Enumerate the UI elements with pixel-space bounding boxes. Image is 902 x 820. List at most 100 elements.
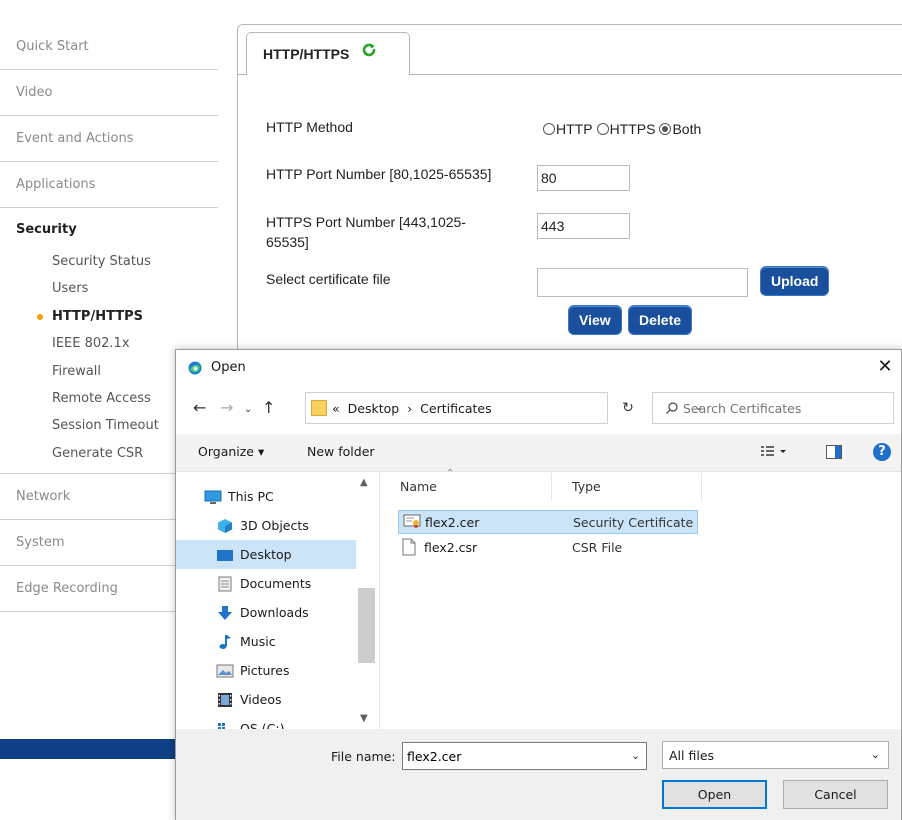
file-name: flex2.cer	[425, 514, 480, 530]
forward-arrow-icon[interactable]: →	[220, 398, 233, 418]
dialog-toolbar: Organize ▾ New folder ?	[176, 434, 901, 472]
tree-item-documents[interactable]: Documents	[216, 569, 368, 598]
file-type-select[interactable]: All files ⌄	[662, 741, 889, 769]
search-input[interactable]	[683, 397, 883, 419]
organize-menu-button[interactable]: Organize ▾	[198, 444, 264, 459]
file-row[interactable]: flex2.cer Security Certificate	[398, 510, 698, 534]
nav-video[interactable]: Video	[0, 70, 218, 116]
http-port-input[interactable]	[537, 165, 630, 191]
radio-http-circle[interactable]	[543, 123, 555, 135]
refresh-folder-icon[interactable]: ↻	[614, 392, 642, 424]
http-method-radio-group: HTTP HTTPS Both	[543, 121, 705, 137]
nav-event-and-actions[interactable]: Event and Actions	[0, 116, 218, 162]
tree-item-this-pc[interactable]: This PC	[204, 482, 356, 511]
close-icon[interactable]: ✕	[873, 354, 897, 380]
http-method-label: HTTP Method	[266, 119, 353, 135]
nav-applications[interactable]: Applications	[0, 162, 218, 208]
tree-label-this-pc: This PC	[228, 489, 274, 504]
3d-objects-icon	[216, 518, 234, 534]
breadcrumb-desktop[interactable]: Desktop	[348, 401, 400, 416]
downloads-icon	[216, 605, 234, 621]
address-bar[interactable]: « Desktop › Certificates ⌄	[305, 392, 703, 424]
browser-app-icon	[188, 361, 202, 375]
breadcrumb-separator: ›	[407, 401, 413, 416]
https-port-label-line1: HTTPS Port Number [443,1025-	[266, 214, 466, 230]
navigation-pane: This PC 3D Objects Desktop Documents Dow…	[176, 473, 379, 729]
help-icon[interactable]: ?	[873, 443, 891, 461]
documents-icon	[216, 576, 234, 592]
file-name-dropdown-chevron-icon[interactable]: ⌄	[631, 749, 640, 762]
tab-baseline-left	[238, 74, 246, 75]
breadcrumb-certificates[interactable]: Certificates	[420, 401, 491, 416]
search-box[interactable]	[652, 392, 894, 424]
tree-label-music: Music	[240, 634, 276, 649]
blank-file-icon	[402, 538, 418, 556]
delete-button[interactable]: Delete	[628, 305, 693, 335]
cert-file-input[interactable]	[537, 268, 748, 297]
tab-label: HTTP/HTTPS	[263, 46, 350, 62]
back-arrow-icon[interactable]: ←	[193, 398, 206, 418]
file-row[interactable]: flex2.csr CSR File	[398, 535, 698, 559]
tree-item-os-c[interactable]: OS (C:)	[216, 714, 368, 729]
radio-both-label: Both	[672, 121, 702, 137]
folder-icon	[311, 400, 327, 416]
current-item-dot-icon	[37, 313, 43, 320]
up-arrow-icon[interactable]: ↑	[262, 398, 275, 418]
tree-item-3d-objects[interactable]: 3D Objects	[216, 511, 368, 540]
tree-item-desktop[interactable]: Desktop	[176, 540, 356, 569]
column-header-type[interactable]: Type	[552, 473, 702, 501]
pictures-icon	[216, 663, 234, 679]
radio-http[interactable]: HTTP	[543, 121, 593, 137]
scroll-up-icon[interactable]: ▲	[360, 477, 368, 488]
tree-item-downloads[interactable]: Downloads	[216, 598, 368, 627]
dialog-title: Open	[211, 360, 246, 375]
view-options-icon[interactable]	[761, 443, 791, 462]
scrollbar-thumb[interactable]	[358, 588, 375, 663]
nav-quick-start[interactable]: Quick Start	[0, 24, 218, 70]
https-port-input[interactable]	[537, 213, 630, 239]
file-type-chevron-icon: ⌄	[870, 748, 880, 761]
upload-button[interactable]: Upload	[760, 266, 830, 296]
address-row: ← → ⌄ ↑ « Desktop › Certificates ⌄ ↻	[176, 392, 901, 426]
radio-https-label: HTTPS	[609, 121, 656, 137]
music-icon	[216, 634, 234, 650]
scroll-down-icon[interactable]: ▼	[360, 713, 368, 724]
tree-item-videos[interactable]: Videos	[216, 685, 368, 714]
column-header-name[interactable]: Name	[380, 473, 552, 501]
nav-http-https-label: HTTP/HTTPS	[52, 308, 143, 324]
new-folder-button[interactable]: New folder	[307, 444, 375, 459]
breadcrumb-overflow[interactable]: «	[332, 401, 340, 416]
tree-label-videos: Videos	[240, 692, 282, 707]
file-name-label: File name:	[331, 749, 396, 764]
tree-item-music[interactable]: Music	[216, 627, 368, 656]
open-button[interactable]: Open	[662, 780, 767, 809]
radio-both[interactable]: Both	[659, 121, 701, 137]
cancel-button[interactable]: Cancel	[783, 780, 888, 809]
refresh-icon[interactable]	[361, 32, 377, 75]
file-name: flex2.csr	[424, 539, 478, 555]
open-file-dialog: Open ✕ ← → ⌄ ↑ « Desktop › Certificates …	[175, 349, 902, 820]
file-name-input[interactable]	[402, 742, 647, 770]
nav-users[interactable]: Users	[0, 275, 218, 302]
file-type: Security Certificate	[573, 514, 694, 530]
file-type-selected: All files	[669, 748, 715, 763]
dialog-titlebar[interactable]: Open ✕	[176, 350, 901, 386]
tab-http-https[interactable]: HTTP/HTTPS	[246, 32, 410, 75]
http-https-panel: HTTP/HTTPS HTTP Method HTTP HTTPS Both H…	[237, 24, 902, 354]
tree-item-pictures[interactable]: Pictures	[216, 656, 368, 685]
radio-https[interactable]: HTTPS	[596, 121, 656, 137]
nav-security[interactable]: Security	[0, 212, 218, 248]
nav-http-https[interactable]: HTTP/HTTPS	[0, 303, 218, 330]
videos-icon	[216, 692, 234, 708]
preview-pane-icon[interactable]	[826, 445, 842, 462]
nav-security-status[interactable]: Security Status	[0, 248, 218, 275]
breadcrumb: « Desktop › Certificates	[332, 401, 492, 416]
tree-label-pictures: Pictures	[240, 663, 290, 678]
radio-both-circle[interactable]	[659, 123, 672, 135]
tree-label-3d-objects: 3D Objects	[240, 518, 309, 533]
navigation-scrollbar[interactable]: ▲ ▼	[358, 473, 375, 729]
view-button[interactable]: View	[568, 305, 622, 335]
drive-icon	[216, 721, 234, 730]
recent-locations-chevron-icon[interactable]: ⌄	[244, 400, 252, 420]
radio-https-circle[interactable]	[596, 123, 609, 135]
